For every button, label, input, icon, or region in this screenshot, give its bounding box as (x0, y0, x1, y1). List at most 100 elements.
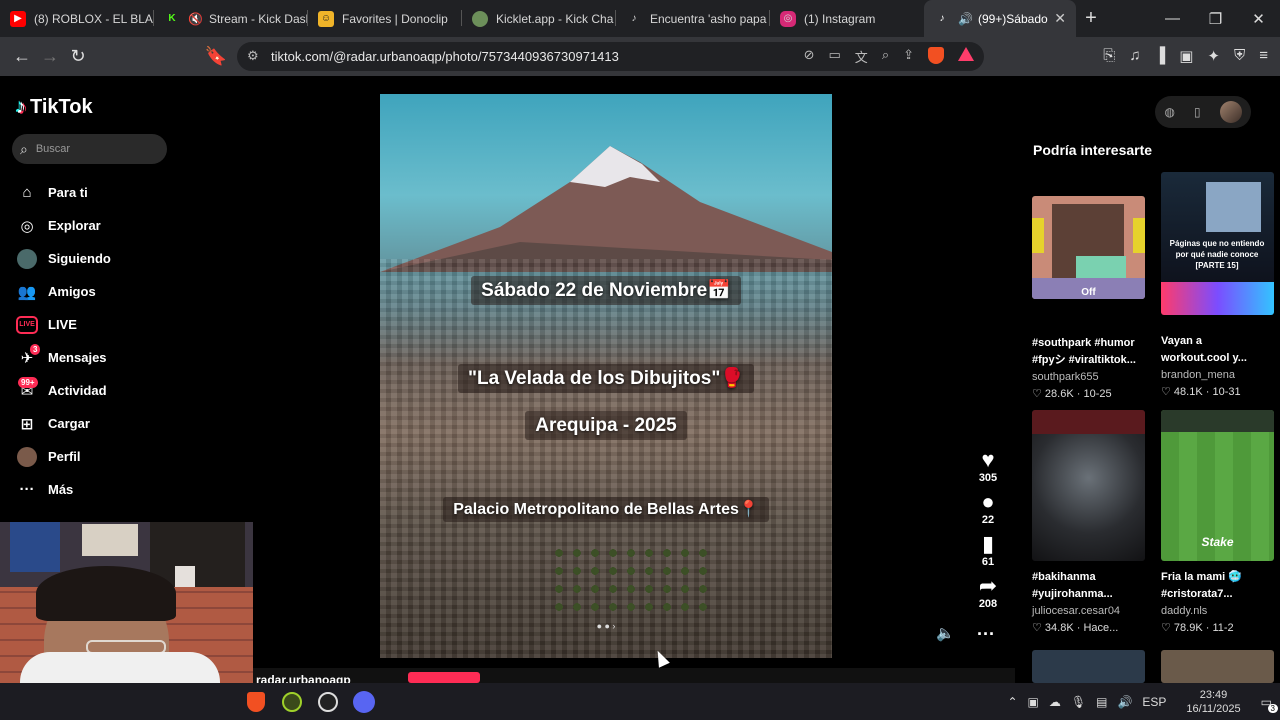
sidebar-item-label: Explorar (48, 218, 101, 233)
photo-post[interactable]: Sábado 22 de Noviembre📅 "La Velada de lo… (380, 94, 832, 658)
forward-icon[interactable]: → (36, 46, 64, 67)
home-icon: ⌂ (22, 184, 32, 201)
sidebar-item-live[interactable]: LIVE LIVE (16, 308, 111, 341)
reload-icon[interactable]: ↻ (64, 46, 92, 67)
app-taskbar-icon[interactable] (274, 687, 310, 717)
sidebar-item-label: Más (48, 482, 74, 497)
discord-taskbar-icon[interactable] (346, 687, 382, 717)
card-stats: ♡ 48.1K · 10-31 (1161, 386, 1241, 398)
translate-icon[interactable]: 文 (855, 47, 868, 66)
tab-youtube[interactable]: ▶ (8) ROBLOX - EL BLAD (0, 0, 154, 37)
language-indicator[interactable]: ESP (1142, 695, 1166, 709)
author-bar: radar.urbanoaqp (253, 668, 1015, 683)
comment-button[interactable]: ● 22 (970, 490, 1006, 527)
cast-icon[interactable]: ▭ (829, 47, 841, 66)
audio-icon[interactable]: 🔊 (958, 12, 973, 26)
suggestion-card-partial[interactable] (1161, 650, 1274, 683)
live-icon: LIVE (16, 314, 38, 336)
address-bar[interactable]: ⚙ tiktok.com/@radar.urbanoaqp/photo/7573… (237, 42, 984, 71)
minimize-icon[interactable]: — (1151, 10, 1194, 28)
close-window-icon[interactable]: ✕ (1237, 10, 1280, 28)
brave-rewards-icon[interactable] (958, 47, 974, 61)
tab-kicklet[interactable]: Kicklet.app - Kick Cha (462, 0, 616, 37)
no-tracking-icon[interactable]: ⊘ (804, 47, 815, 66)
sidebar-item-perfil[interactable]: Perfil (16, 440, 111, 473)
screenshot-icon[interactable]: ⎘ (1103, 47, 1115, 65)
leo-icon[interactable]: ✦ (1207, 47, 1220, 65)
webcam-overlay (0, 522, 253, 684)
more-options-icon[interactable]: ··· (977, 624, 995, 645)
heart-icon: ♥ (981, 447, 995, 472)
volcano-image (380, 146, 832, 272)
sidebar-item-cargar[interactable]: ⊞ Cargar (16, 407, 111, 440)
bookmark-icon[interactable]: 🔖 (202, 46, 230, 67)
suggestion-card[interactable]: Páginas que no entiendo por qué nadie co… (1161, 172, 1276, 398)
menu-icon[interactable]: ≡ (1259, 47, 1268, 65)
messages-badge: 3 (30, 344, 41, 355)
clock[interactable]: 23:49 16/11/2025 (1186, 688, 1240, 716)
vpn-icon[interactable]: ⛨ (1234, 47, 1245, 65)
new-tab-button[interactable]: + (1076, 7, 1106, 30)
site-settings-icon[interactable]: ⚙ (247, 48, 259, 64)
tab-instagram[interactable]: ◎ (1) Instagram (770, 0, 924, 37)
compass-icon: ◎ (20, 217, 34, 235)
suggestion-card[interactable]: #bakihanma #yujirohanma... juliocesar.ces… (1032, 410, 1147, 634)
card-author: daddy.nls (1161, 605, 1208, 617)
sidebar-item-actividad[interactable]: ✉ 99+ Actividad (16, 374, 111, 407)
coins-icon[interactable]: ◍ (1164, 105, 1174, 119)
card-author: brandon_mena (1161, 369, 1236, 381)
zoom-icon[interactable]: ⌕ (882, 47, 889, 66)
sidebar-icon[interactable]: ▐ (1155, 47, 1166, 65)
share-arrow-icon: ➦ (978, 573, 998, 598)
sidebar-item-mensajes[interactable]: ✈ 3 Mensajes (16, 341, 111, 374)
obs-taskbar-icon[interactable] (310, 687, 346, 717)
meet-icon[interactable]: ▣ (1028, 695, 1039, 709)
follow-button[interactable] (408, 672, 480, 683)
suggestions-title: Podría interesarte (1033, 142, 1153, 158)
like-count: 305 (978, 472, 998, 484)
carousel-dots[interactable]: ● ● › (380, 621, 832, 631)
author-name[interactable]: radar.urbanoaqp (256, 673, 351, 683)
suggestion-card-partial[interactable] (1032, 650, 1145, 683)
like-button[interactable]: ♥ 305 (970, 447, 1006, 485)
suggestion-card[interactable]: Stake Fria la mami 🥶 #cristorata7... dadd… (1161, 410, 1276, 634)
volume-icon[interactable]: 🔈 (936, 624, 955, 642)
notifications-icon[interactable]: ▭ 3 (1261, 695, 1278, 713)
avatar[interactable] (1219, 101, 1242, 123)
maximize-icon[interactable]: ❐ (1194, 10, 1237, 28)
wallet-icon[interactable]: ▣ (1179, 47, 1193, 65)
close-tab-icon[interactable]: ✕ (1054, 10, 1066, 27)
tab-title: Encuentra 'asho papa (650, 11, 767, 26)
tab-kick[interactable]: K 🔇 Stream - Kick Dasl (154, 0, 308, 37)
back-icon[interactable]: ← (8, 46, 36, 67)
card-author: juliocesar.cesar04 (1032, 605, 1121, 617)
tab-tiktok-search[interactable]: ♪ Encuentra 'asho papa (616, 0, 770, 37)
sidebar-item-siguiendo[interactable]: Siguiendo (16, 242, 111, 275)
save-button[interactable]: ▮ 61 (970, 532, 1006, 569)
mute-icon[interactable]: 🔇 (188, 12, 203, 26)
share-icon[interactable]: ⇪ (903, 47, 914, 66)
sidebar-item-label: Cargar (48, 416, 90, 431)
share-button[interactable]: ➦ 208 (970, 573, 1006, 611)
suggestion-card[interactable]: Off #southpark #humor #fpyシ #viraltiktok.… (1032, 196, 1147, 400)
network-icon[interactable]: ▤ (1096, 695, 1107, 709)
microphone-icon[interactable]: 🎙 (1071, 695, 1086, 709)
speaker-icon[interactable]: 🔊 (1117, 695, 1132, 709)
media-icon[interactable]: ♫ (1129, 47, 1140, 65)
sidebar-item-para-ti[interactable]: ⌂ Para ti (16, 176, 111, 209)
brave-shields-icon[interactable] (928, 47, 944, 64)
chevron-up-icon[interactable]: ⌃ (1007, 695, 1017, 709)
tiktok-logo[interactable]: ♪ TikTok (16, 96, 93, 119)
sidebar-item-amigos[interactable]: 👥 Amigos (16, 275, 111, 308)
sidebar-item-mas[interactable]: ··· Más (16, 473, 111, 506)
sidebar-item-explorar[interactable]: ◎ Explorar (16, 209, 111, 242)
clock-time: 23:49 (1199, 688, 1228, 701)
notification-count: 3 (1267, 703, 1278, 713)
search-input[interactable]: ⌕ Buscar (12, 134, 167, 164)
tab-tiktok-active[interactable]: ♪ 🔊 (99+)Sábado ✕ (924, 0, 1076, 37)
cloud-icon[interactable]: ☁ (1049, 695, 1061, 709)
tab-donoclip[interactable]: ☺ Favorites | Donoclip (308, 0, 462, 37)
sidebar-menu: ⌂ Para ti ◎ Explorar Siguiendo 👥 Amigos LIV… (16, 176, 111, 506)
brave-taskbar-icon[interactable] (238, 687, 274, 717)
device-icon[interactable]: ▯ (1194, 105, 1201, 119)
